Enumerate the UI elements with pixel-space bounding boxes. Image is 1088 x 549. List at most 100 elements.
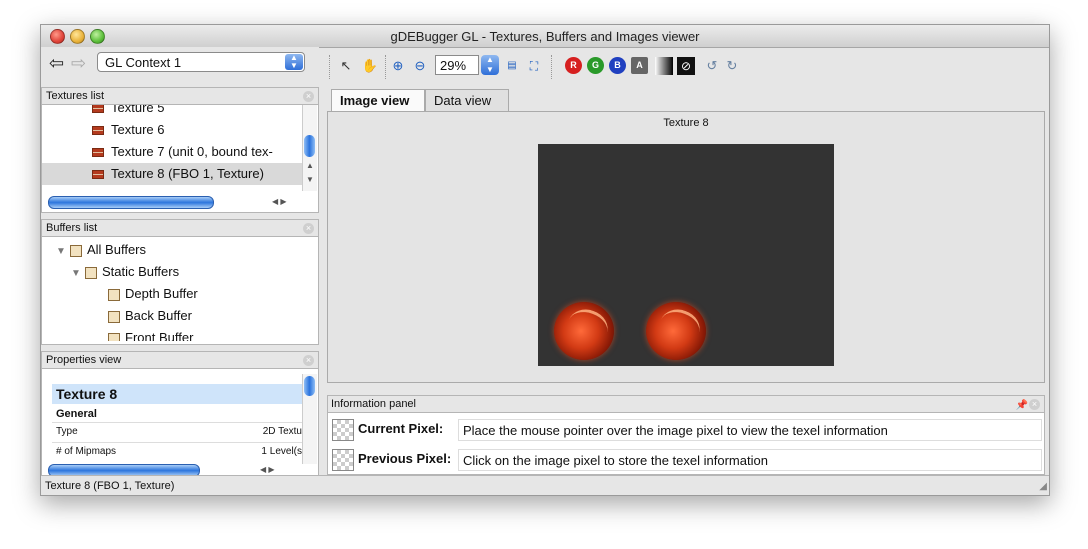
scroll-thumb[interactable] bbox=[304, 376, 315, 396]
buffer-icon bbox=[108, 288, 120, 301]
texture-icon bbox=[92, 170, 104, 180]
list-item[interactable]: Texture 7 (unit 0, bound tex- bbox=[42, 141, 304, 163]
pin-icon[interactable]: 📌 bbox=[1016, 397, 1028, 414]
context-select[interactable]: GL Context 1 ▲ ▼ bbox=[97, 52, 305, 72]
scroll-left-icon[interactable]: ◀ ▶ bbox=[260, 465, 275, 474]
textures-panel-title: Textures list bbox=[46, 90, 105, 102]
close-icon[interactable]: × bbox=[303, 355, 314, 366]
image-view-area: Texture 8 bbox=[327, 111, 1045, 383]
resize-grip-icon[interactable]: ◢ bbox=[1039, 481, 1047, 492]
toolbar-separator bbox=[329, 55, 331, 79]
disclosure-triangle-icon[interactable]: ▼ bbox=[56, 241, 70, 261]
tree-item[interactable]: Back Buffer bbox=[42, 305, 318, 327]
zoom-stepper-icon[interactable]: ▲ ▼ bbox=[481, 55, 499, 75]
current-pixel-row: Current Pixel: Place the mouse pointer o… bbox=[330, 417, 1044, 443]
texture-image[interactable] bbox=[538, 144, 834, 366]
alpha-channel-button[interactable]: A bbox=[631, 57, 648, 74]
tree-item[interactable]: ▼ All Buffers bbox=[42, 239, 316, 261]
tree-item[interactable]: ▼ Static Buffers bbox=[42, 261, 318, 283]
tree-item[interactable]: Front Buffer bbox=[42, 327, 318, 341]
info-panel-header: Information panel 📌 × bbox=[328, 396, 1044, 413]
status-bar: Texture 8 (FBO 1, Texture) bbox=[41, 475, 1049, 495]
texture-icon bbox=[92, 126, 104, 136]
current-pixel-label: Current Pixel: bbox=[358, 421, 444, 436]
invert-colors-icon[interactable]: ⊘ bbox=[677, 57, 695, 75]
zoom-input[interactable]: 29% bbox=[435, 55, 479, 75]
previous-pixel-swatch bbox=[332, 449, 354, 471]
buffer-icon bbox=[108, 332, 120, 341]
toolbar-separator bbox=[551, 55, 553, 79]
buffers-panel: Buffers list × ▼ All Buffers ▼ Static Buff… bbox=[41, 219, 319, 345]
texture-ball bbox=[554, 302, 614, 360]
blue-channel-button[interactable]: B bbox=[609, 57, 626, 74]
rotate-left-icon[interactable]: ↺ bbox=[703, 57, 721, 75]
current-pixel-value: Place the mouse pointer over the image p… bbox=[458, 419, 1042, 441]
buffer-icon bbox=[85, 266, 97, 279]
texture-icon bbox=[92, 105, 104, 114]
textures-list: Texture 5 Texture 6 Texture 7 (unit 0, b… bbox=[42, 105, 304, 191]
textures-panel-header: Textures list × bbox=[42, 88, 318, 105]
close-icon[interactable]: × bbox=[1029, 399, 1040, 410]
toolbar-separator bbox=[385, 55, 387, 79]
red-channel-button[interactable]: R bbox=[565, 57, 582, 74]
context-select-value: GL Context 1 bbox=[105, 55, 182, 70]
buffers-panel-title: Buffers list bbox=[46, 222, 98, 234]
green-channel-button[interactable]: G bbox=[587, 57, 604, 74]
nav-row: ⇦ ⇨ GL Context 1 ▲ ▼ bbox=[41, 47, 319, 81]
list-item[interactable]: Texture 5 bbox=[42, 105, 304, 119]
zoom-in-icon[interactable]: ⊕ bbox=[389, 57, 407, 75]
pan-hand-icon[interactable]: ✋ bbox=[361, 57, 379, 75]
property-row: Type 2D Textu bbox=[52, 422, 302, 441]
current-pixel-swatch bbox=[332, 419, 354, 441]
main-window: gDEBugger GL - Textures, Buffers and Ima… bbox=[40, 24, 1050, 496]
pointer-icon[interactable]: ↖ bbox=[337, 57, 355, 75]
properties-vscrollbar[interactable] bbox=[302, 374, 317, 464]
information-panel: Information panel 📌 × Current Pixel: Pla… bbox=[327, 395, 1045, 475]
properties-section: General bbox=[56, 408, 97, 420]
forward-arrow-icon[interactable]: ⇨ bbox=[71, 53, 86, 74]
select-stepper-icon[interactable]: ▲ ▼ bbox=[285, 54, 303, 70]
properties-panel-title: Properties view bbox=[46, 354, 122, 366]
previous-pixel-value: Click on the image pixel to store the te… bbox=[458, 449, 1042, 471]
textures-panel: Textures list × Texture 5 Texture 6 Text… bbox=[41, 87, 319, 213]
texture-ball bbox=[646, 302, 706, 360]
textures-vscrollbar[interactable]: ▲ ▼ bbox=[302, 105, 317, 191]
list-item[interactable]: Texture 6 bbox=[42, 119, 304, 141]
scroll-thumb[interactable] bbox=[304, 135, 315, 157]
properties-title: Texture 8 bbox=[52, 384, 302, 404]
scroll-left-icon[interactable]: ◀ ▶ bbox=[272, 197, 287, 206]
tab-data-view[interactable]: Data view bbox=[425, 89, 509, 111]
scroll-up-icon[interactable]: ▲ bbox=[306, 161, 314, 170]
textures-hscrollbar[interactable] bbox=[48, 196, 214, 209]
zoom-out-icon[interactable]: ⊖ bbox=[411, 57, 429, 75]
previous-pixel-label: Previous Pixel: bbox=[358, 451, 452, 466]
buffer-icon bbox=[108, 310, 120, 323]
texture-icon bbox=[92, 148, 104, 158]
grayscale-icon[interactable] bbox=[655, 57, 673, 75]
window-title: gDEBugger GL - Textures, Buffers and Ima… bbox=[390, 29, 700, 44]
title-bar: gDEBugger GL - Textures, Buffers and Ima… bbox=[41, 25, 1049, 48]
info-panel-title: Information panel bbox=[331, 398, 416, 410]
fit-to-window-icon[interactable]: ⛶ bbox=[525, 57, 543, 75]
right-pane: ↖ ✋ ⊕ ⊖ 29% ▲ ▼ ▤ ⛶ R G B A ⊘ ↺ ↻ Image v… bbox=[325, 47, 1047, 475]
property-row: # of Mipmaps 1 Level(s bbox=[52, 442, 302, 461]
properties-panel-header: Properties view × bbox=[42, 352, 318, 369]
actual-size-icon[interactable]: ▤ bbox=[503, 57, 521, 75]
scroll-down-icon[interactable]: ▼ bbox=[306, 175, 314, 184]
rotate-right-icon[interactable]: ↻ bbox=[723, 57, 741, 75]
buffers-tree: ▼ All Buffers ▼ Static Buffers Depth Buffe… bbox=[42, 237, 318, 341]
properties-panel: Properties view × Texture 8 General Type… bbox=[41, 351, 319, 479]
toolbar: ↖ ✋ ⊕ ⊖ 29% ▲ ▼ ▤ ⛶ R G B A ⊘ ↺ ↻ bbox=[325, 47, 1047, 85]
buffer-icon bbox=[70, 244, 82, 257]
image-title: Texture 8 bbox=[663, 117, 709, 129]
back-arrow-icon[interactable]: ⇦ bbox=[49, 53, 64, 74]
tab-image-view[interactable]: Image view bbox=[331, 89, 425, 111]
buffers-panel-header: Buffers list × bbox=[42, 220, 318, 237]
close-icon[interactable]: × bbox=[303, 223, 314, 234]
tree-item[interactable]: Depth Buffer bbox=[42, 283, 318, 305]
close-icon[interactable]: × bbox=[303, 91, 314, 102]
list-item[interactable]: Texture 8 (FBO 1, Texture) bbox=[42, 163, 304, 185]
disclosure-triangle-icon[interactable]: ▼ bbox=[71, 263, 85, 283]
left-pane: ⇦ ⇨ GL Context 1 ▲ ▼ Textures list × Text… bbox=[41, 47, 319, 479]
previous-pixel-row: Previous Pixel: Click on the image pixel… bbox=[330, 447, 1044, 473]
